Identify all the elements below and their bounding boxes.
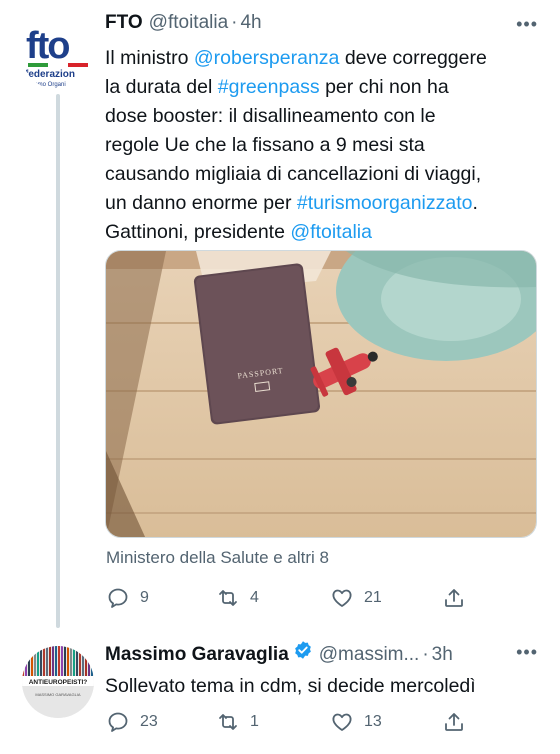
text-segment: Il ministro bbox=[105, 47, 194, 69]
fto-logo: fto federazion urismo Organi bbox=[22, 18, 94, 90]
avatar-stripe bbox=[22, 646, 24, 676]
avatar-stripe bbox=[64, 646, 66, 676]
text-segment: causando migliaia di cancellazioni di vi… bbox=[105, 163, 482, 185]
retweet-count: 4 bbox=[250, 589, 259, 606]
avatar-stripe bbox=[49, 646, 51, 676]
avatar-stripe bbox=[85, 646, 87, 676]
avatar-stripe bbox=[40, 646, 42, 676]
retweet-icon bbox=[219, 714, 237, 730]
display-name[interactable]: Massimo Garavaglia bbox=[105, 644, 289, 666]
avatar-stripe bbox=[34, 646, 36, 676]
hashtag-link[interactable]: #greenpass bbox=[218, 76, 320, 98]
liked-by-text[interactable]: Ministero della Salute e altri 8 bbox=[106, 548, 329, 568]
tweet-text-line: Il ministro @robersperanza deve corregge… bbox=[105, 44, 535, 73]
avatar-stripe bbox=[55, 646, 57, 676]
avatar-stripe bbox=[73, 646, 75, 676]
reply-count: 9 bbox=[140, 589, 149, 606]
separator: · bbox=[231, 12, 238, 33]
avatar-stripe bbox=[61, 646, 63, 676]
retweet-button[interactable]: 4 bbox=[216, 586, 259, 610]
more-options-icon[interactable]: ••• bbox=[516, 14, 538, 35]
heart-icon bbox=[332, 713, 352, 731]
tweet-text-line: causando migliaia di cancellazioni di vi… bbox=[105, 160, 535, 189]
text-segment: la durata del bbox=[105, 76, 218, 98]
reply-button[interactable]: 9 bbox=[106, 586, 149, 610]
avatar-stripe bbox=[46, 646, 48, 676]
avatar-stripe bbox=[79, 646, 81, 676]
avatar-stripe bbox=[91, 646, 93, 676]
reply-icon bbox=[108, 712, 128, 732]
tweet-text-line: un danno enorme per #turismoorganizzato. bbox=[105, 189, 535, 218]
avatar-stripe bbox=[25, 646, 27, 676]
tweet[interactable]: ANTIEUROPEISTI? MASSIMO GARAVAGLIA Massi… bbox=[0, 628, 560, 754]
share-button[interactable] bbox=[442, 710, 466, 734]
avatar[interactable]: fto federazion urismo Organi bbox=[22, 18, 94, 90]
thread-line bbox=[56, 94, 60, 628]
avatar-stripe bbox=[43, 646, 45, 676]
tweet-text: Sollevato tema in cdm, si decide mercole… bbox=[105, 675, 476, 697]
share-icon bbox=[445, 589, 463, 607]
tweet-text-line: Gattinoni, presidente @ftoitalia bbox=[105, 218, 535, 247]
handle[interactable]: @ftoitalia bbox=[149, 12, 229, 34]
like-button[interactable]: 13 bbox=[330, 710, 382, 734]
avatar-stripe bbox=[52, 646, 54, 676]
logo-subtitle-2: urismo Organi bbox=[28, 82, 66, 88]
reply-count: 23 bbox=[140, 713, 158, 730]
text-segment: . bbox=[472, 192, 478, 214]
verified-badge-icon bbox=[294, 641, 311, 659]
tweet[interactable]: fto federazion urismo Organi FTO @ftoita… bbox=[0, 0, 560, 628]
text-segment: regole Ue che la fissano a 9 mesi sta bbox=[105, 134, 425, 156]
text-segment: per chi non ha bbox=[319, 76, 449, 98]
avatar-stripe bbox=[67, 646, 69, 676]
avatar-banner: ANTIEUROPEISTI? bbox=[29, 679, 88, 686]
more-options-icon[interactable]: ••• bbox=[516, 642, 538, 663]
action-bar: 9 4 21 bbox=[106, 586, 486, 616]
retweet-icon bbox=[219, 590, 237, 606]
heart-icon bbox=[332, 589, 352, 607]
tweet-header: Massimo Garavaglia @massim... · 3h bbox=[105, 640, 453, 670]
action-bar: 23 1 13 bbox=[106, 710, 486, 740]
avatar[interactable]: ANTIEUROPEISTI? MASSIMO GARAVAGLIA bbox=[22, 646, 94, 718]
retweet-count: 1 bbox=[250, 713, 259, 730]
mention-link[interactable]: @ftoitalia bbox=[290, 221, 372, 243]
hashtag-link[interactable]: #turismoorganizzato bbox=[297, 192, 473, 214]
avatar-stripe bbox=[37, 646, 39, 676]
passport-photo: PASSPORT bbox=[106, 251, 536, 537]
garavaglia-avatar: ANTIEUROPEISTI? MASSIMO GARAVAGLIA bbox=[22, 646, 94, 718]
tweet-text-line: la durata del #greenpass per chi non ha bbox=[105, 73, 535, 102]
timestamp[interactable]: 3h bbox=[432, 644, 453, 666]
like-button[interactable]: 21 bbox=[330, 586, 382, 610]
tweet-text: Il ministro @robersperanza deve corregge… bbox=[105, 44, 535, 247]
mention-link[interactable]: @robersperanza bbox=[194, 47, 340, 69]
tweet-image[interactable]: PASSPORT bbox=[105, 250, 537, 538]
avatar-stripe bbox=[70, 646, 72, 676]
reply-button[interactable]: 23 bbox=[106, 710, 158, 734]
handle[interactable]: @massim... bbox=[319, 644, 420, 666]
tweet-header: FTO @ftoitalia · 4h bbox=[105, 12, 262, 42]
reply-icon bbox=[108, 588, 128, 608]
avatar-stripe bbox=[82, 646, 84, 676]
share-icon bbox=[445, 713, 463, 731]
tweet-text-line: dose booster: il disallineamento con le bbox=[105, 102, 535, 131]
text-segment: deve correggere bbox=[339, 47, 487, 69]
like-count: 21 bbox=[364, 589, 382, 606]
avatar-stripe bbox=[28, 646, 30, 676]
avatar-stripe bbox=[88, 646, 90, 676]
like-count: 13 bbox=[364, 713, 382, 730]
avatar-caption: MASSIMO GARAVAGLIA bbox=[35, 692, 81, 697]
avatar-stripe bbox=[76, 646, 78, 676]
retweet-button[interactable]: 1 bbox=[216, 710, 259, 734]
avatar-stripe bbox=[58, 646, 60, 676]
timestamp[interactable]: 4h bbox=[240, 12, 261, 34]
share-button[interactable] bbox=[442, 586, 466, 610]
display-name[interactable]: FTO bbox=[105, 12, 143, 34]
logo-text: fto bbox=[26, 25, 69, 67]
text-segment: Gattinoni, presidente bbox=[105, 221, 291, 243]
text-segment: dose booster: il disallineamento con le bbox=[105, 105, 436, 127]
separator: · bbox=[422, 644, 429, 665]
avatar-stripe bbox=[31, 646, 33, 676]
tweet-text-line: regole Ue che la fissano a 9 mesi sta bbox=[105, 131, 535, 160]
logo-subtitle: federazion bbox=[25, 69, 75, 80]
text-segment: un danno enorme per bbox=[105, 192, 297, 214]
